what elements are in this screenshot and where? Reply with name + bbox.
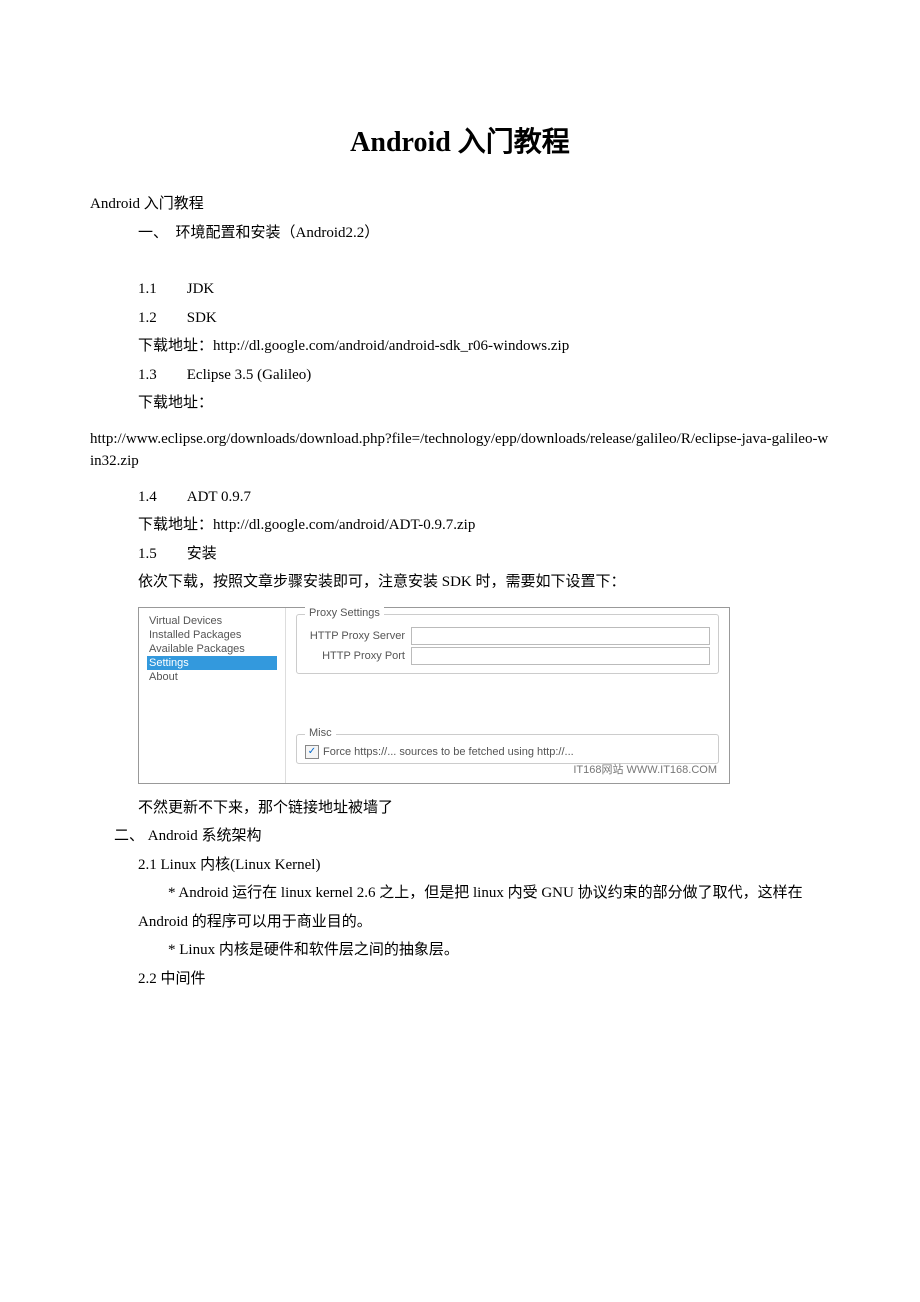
- misc-title: Misc: [305, 727, 336, 739]
- proxy-server-input[interactable]: [411, 627, 710, 645]
- adt-download-url: 下载地址：http://dl.google.com/android/ADT-0.…: [138, 511, 830, 540]
- document-page: Android 入门教程 Android 入门教程 一、 环境配置和安装（And…: [0, 0, 920, 1073]
- settings-panel: Proxy Settings HTTP Proxy Server HTTP Pr…: [286, 608, 729, 783]
- proxy-settings-group: Proxy Settings HTTP Proxy Server HTTP Pr…: [296, 614, 719, 674]
- sdk-settings-screenshot: Virtual Devices Installed Packages Avail…: [138, 607, 730, 784]
- misc-group: Misc ✓ Force https://... sources to be f…: [296, 734, 719, 764]
- sidebar-item-about[interactable]: About: [147, 670, 277, 684]
- section-2-2-title: 2.2 中间件: [138, 965, 830, 994]
- eclipse-download-label: 下载地址：: [138, 389, 830, 418]
- item-eclipse: 1.3 Eclipse 3.5 (Galileo): [138, 361, 830, 390]
- section-2-1-p1: * Android 运行在 linux kernel 2.6 之上，但是把 li…: [138, 879, 830, 936]
- sidebar-item-installed-packages[interactable]: Installed Packages: [147, 628, 277, 642]
- install-note: 依次下载，按照文章步骤安装即可，注意安装 SDK 时，需要如下设置下：: [138, 568, 830, 597]
- section-2-1-title: 2.1 Linux 内核(Linux Kernel): [138, 851, 830, 880]
- sidebar-item-settings[interactable]: Settings: [147, 656, 277, 670]
- sidebar-item-available-packages[interactable]: Available Packages: [147, 642, 277, 656]
- subtitle-text: Android 入门教程: [90, 190, 830, 219]
- force-http-label: Force https://... sources to be fetched …: [323, 746, 574, 758]
- section-2-1-p2: * Linux 内核是硬件和软件层之间的抽象层。: [138, 936, 830, 965]
- sdk-download-url: 下载地址：http://dl.google.com/android/androi…: [138, 332, 830, 361]
- item-install: 1.5 安装: [138, 540, 830, 569]
- eclipse-download-url: http://www.eclipse.org/downloads/downloa…: [90, 428, 830, 473]
- item-sdk: 1.2 SDK: [138, 304, 830, 333]
- item-jdk: 1.1 JDK: [138, 275, 830, 304]
- proxy-server-label: HTTP Proxy Server: [305, 630, 411, 642]
- section1-heading: 一、 环境配置和安装（Android2.2）: [138, 219, 830, 248]
- page-title: Android 入门教程: [90, 120, 830, 160]
- sidebar-item-virtual-devices[interactable]: Virtual Devices: [147, 614, 277, 628]
- proxy-port-input[interactable]: [411, 647, 710, 665]
- force-http-checkbox[interactable]: ✓: [305, 745, 319, 759]
- screenshot-watermark: IT168网站 WWW.IT168.COM: [573, 761, 717, 777]
- proxy-port-label: HTTP Proxy Port: [305, 650, 411, 662]
- after-screenshot-note: 不然更新不下来，那个链接地址被墙了: [138, 794, 830, 823]
- proxy-settings-title: Proxy Settings: [305, 607, 384, 619]
- item-adt: 1.4 ADT 0.9.7: [138, 483, 830, 512]
- section2-heading: 二、 Android 系统架构: [114, 822, 830, 851]
- sidebar-panel: Virtual Devices Installed Packages Avail…: [139, 608, 286, 783]
